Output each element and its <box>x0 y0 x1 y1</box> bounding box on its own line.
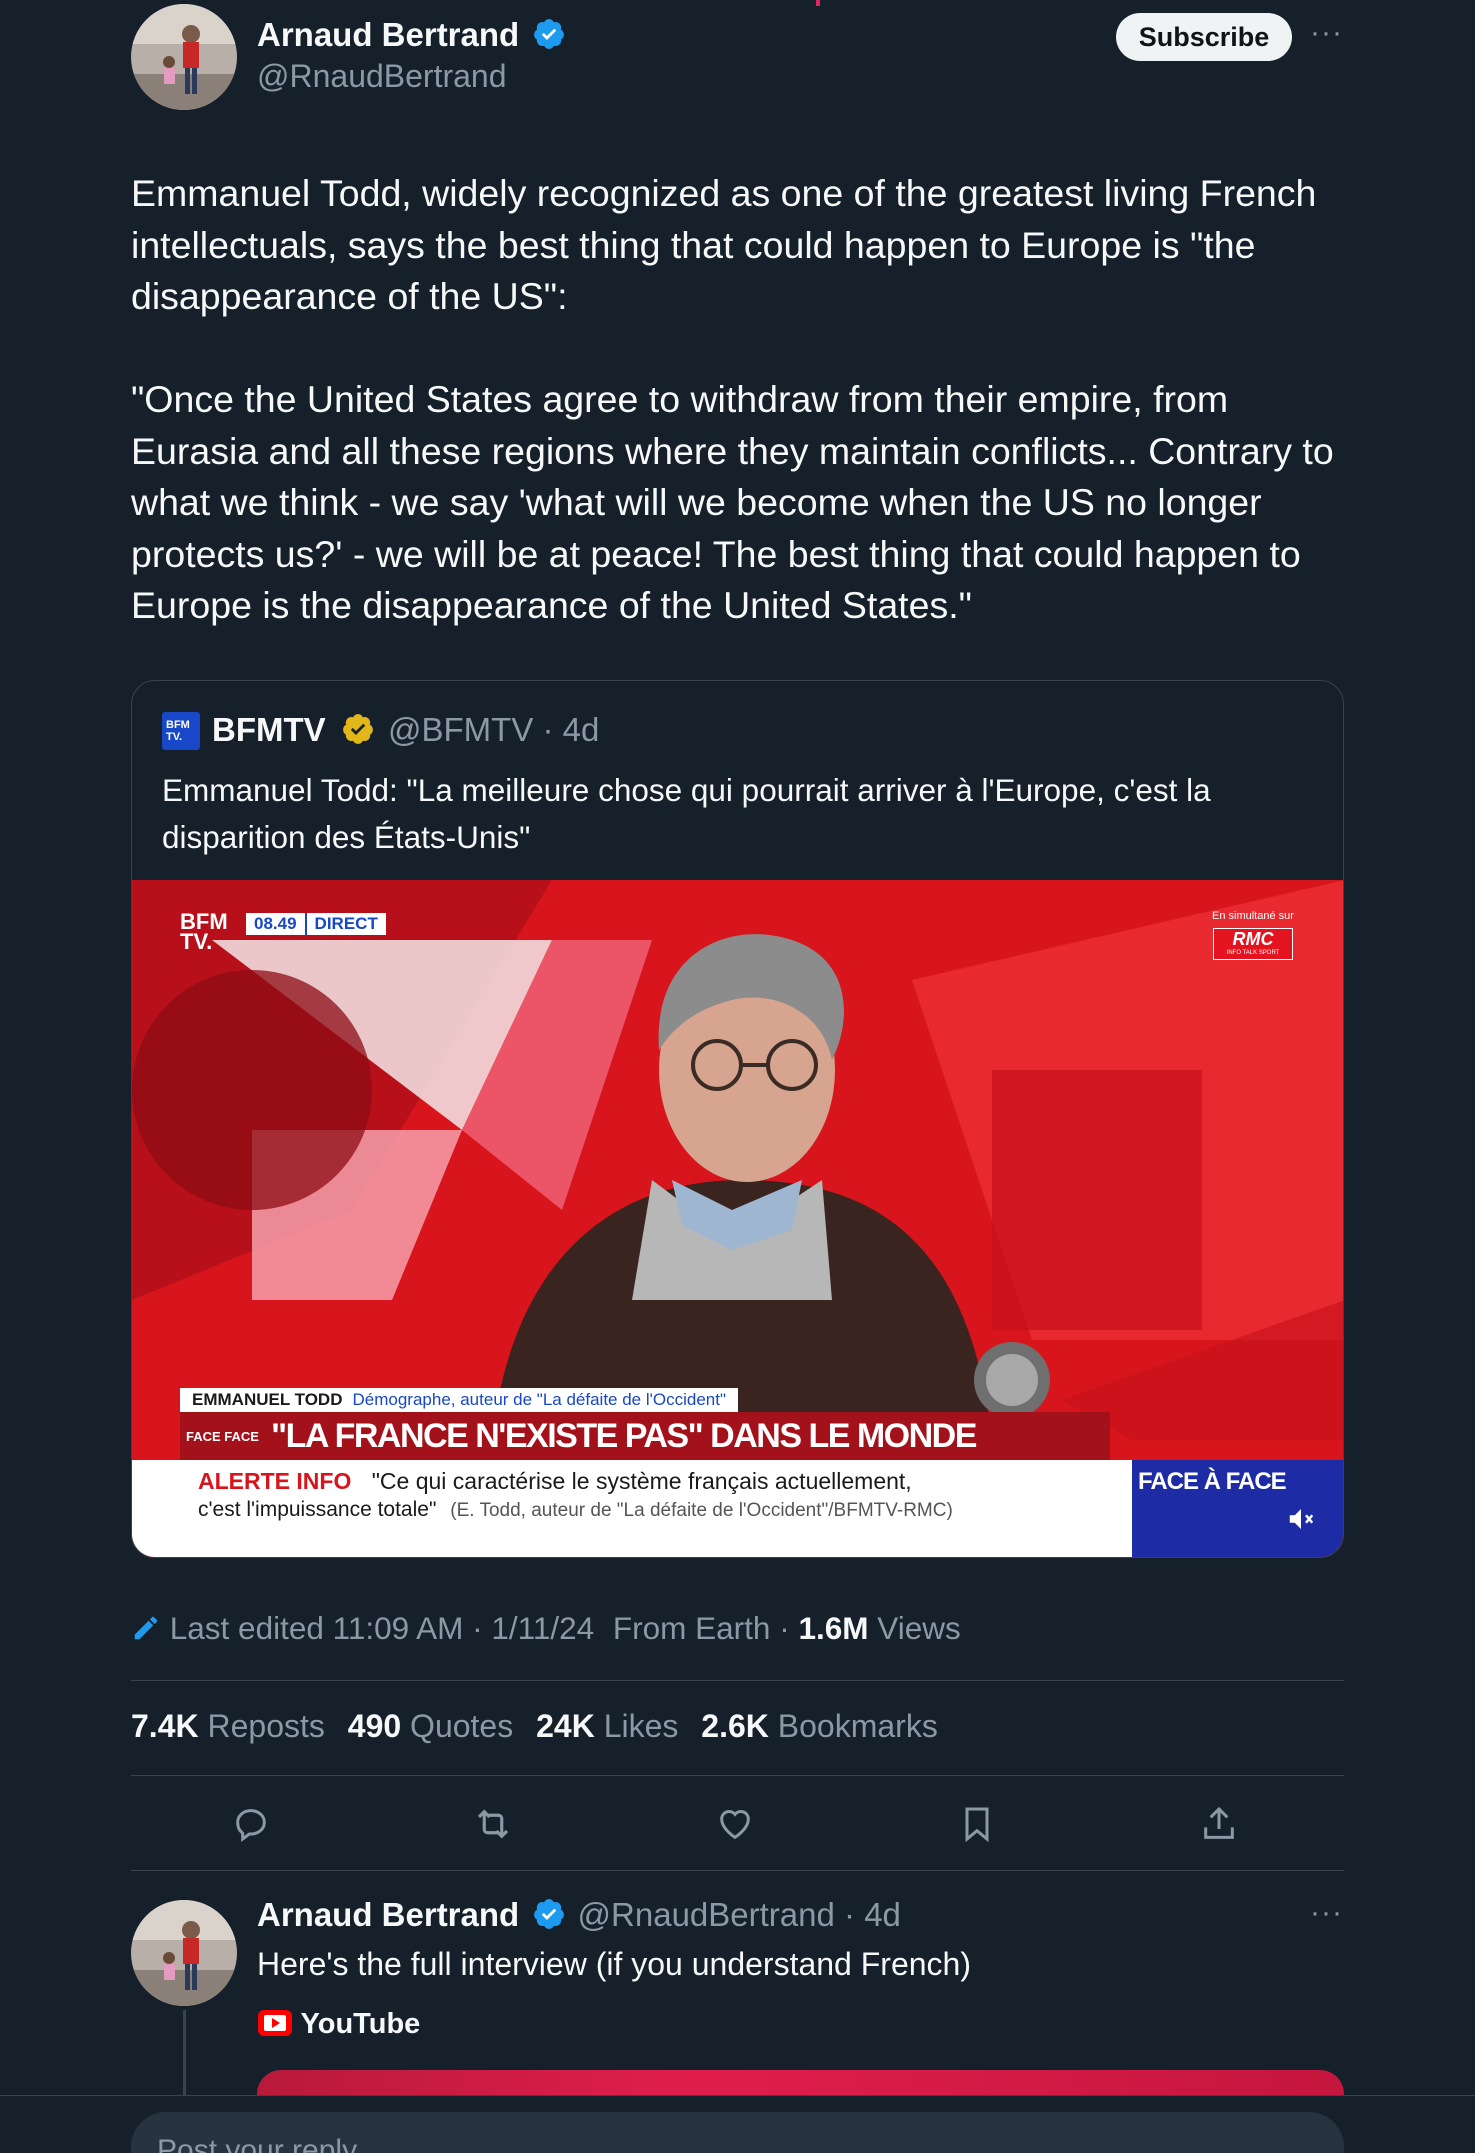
reply-text: Here's the full interview (if you unders… <box>257 1946 971 1982</box>
author-name[interactable]: Arnaud Bertrand <box>257 16 566 54</box>
bookmarks-label: Bookmarks <box>777 1708 938 1744</box>
reply-author-handle[interactable]: @RnaudBertrand <box>578 1896 835 1933</box>
verified-badge-icon <box>534 19 565 50</box>
gold-verified-badge-icon <box>342 714 373 745</box>
author-avatar[interactable] <box>131 4 237 110</box>
edit-pencil-icon <box>134 1616 158 1639</box>
bookmarks-stat[interactable]: 2.6K Bookmarks <box>701 1708 938 1744</box>
simulcast-label: En simultané sur <box>1212 910 1294 922</box>
repost-button[interactable] <box>469 1800 517 1848</box>
reply-icon <box>236 1809 266 1842</box>
quoted-tweet[interactable]: BFM TV. BFMTV @BFMTV · 4d Emmanuel Todd:… <box>131 680 1344 1558</box>
headline-bar: FACE FACE "LA FRANCE N'EXISTE PAS" DANS … <box>180 1412 1110 1460</box>
bookmarks-count: 2.6K <box>701 1708 769 1744</box>
alert-line-2: c'est l'impuissance totale" (E. Todd, au… <box>198 1498 953 1522</box>
tweet-body: Emmanuel Todd, widely recognized as one … <box>131 172 1334 626</box>
verified-badge-icon <box>534 1899 565 1930</box>
reply-input[interactable]: Post your reply <box>131 2112 1344 2153</box>
clock-label: 08.49 <box>246 913 307 935</box>
bookmark-button[interactable] <box>953 1800 1001 1848</box>
reposts-stat[interactable]: 7.4K Reposts <box>131 1708 325 1744</box>
subscribe-button[interactable]: Subscribe <box>1116 13 1292 61</box>
views-label: Views <box>877 1610 961 1646</box>
show-tag: FACE FACE <box>186 1428 259 1444</box>
status-bar-indicator <box>816 0 820 6</box>
reply-more-options-icon[interactable]: ··· <box>1310 1896 1343 1930</box>
youtube-label: YouTube <box>300 2008 421 2040</box>
youtube-icon <box>258 2009 292 2036</box>
alert-line-1: ALERTE INFO "Ce qui caractérise le systè… <box>198 1468 912 1495</box>
youtube-link-source[interactable]: YouTube <box>257 2008 420 2041</box>
rmc-tagline: INFO TALK SPORT <box>1226 950 1280 956</box>
guest-title: Démographe, auteur de "La défaite de l'O… <box>352 1390 727 1409</box>
reply-header: Arnaud Bertrand @RnaudBertrand · 4d <box>257 1896 901 1934</box>
author-name-text[interactable]: Arnaud Bertrand <box>257 16 519 53</box>
quotes-count: 490 <box>347 1708 402 1744</box>
quoted-time[interactable]: · 4d <box>543 711 600 748</box>
divider <box>131 1775 1344 1776</box>
like-button[interactable] <box>711 1800 759 1848</box>
quotes-stat[interactable]: 490 Quotes <box>348 1708 513 1744</box>
live-banner: 08.49 DIRECT <box>246 913 386 935</box>
bfmtv-logo: BFM TV. <box>162 712 200 750</box>
reply-author-name[interactable]: Arnaud Bertrand <box>257 1896 519 1933</box>
reply-time[interactable]: · 4d <box>844 1896 901 1933</box>
quoted-header: BFMTV @BFMTV · 4d <box>212 711 599 749</box>
repost-icon <box>477 1809 509 1839</box>
alert-ticker: ALERTE INFO "Ce qui caractérise le systè… <box>132 1460 1132 1557</box>
likes-count: 24K <box>536 1708 595 1744</box>
location-label: From Earth <box>612 1610 771 1646</box>
alert-source: (E. Todd, auteur de "La défaite de l'Occ… <box>450 1500 953 1521</box>
divider <box>131 1680 1344 1681</box>
heart-icon <box>720 1810 750 1840</box>
reposts-count: 7.4K <box>131 1708 199 1744</box>
reply-author-avatar[interactable] <box>131 1900 237 2006</box>
guest-name: EMMANUEL TODD <box>192 1390 343 1409</box>
thread-line <box>183 2010 186 2100</box>
alert-label: ALERTE INFO <box>198 1468 352 1494</box>
engagement-stats: 7.4K Reposts 490 Quotes 24K Likes 2.6K B… <box>131 1708 938 1745</box>
quoted-author-handle[interactable]: @BFMTV <box>388 711 533 748</box>
share-button[interactable] <box>1195 1800 1243 1848</box>
reposts-label: Reposts <box>207 1708 325 1744</box>
more-options-icon[interactable]: ··· <box>1310 16 1343 50</box>
tweet-meta: Last edited 11:09 AM · 1/11/24 From Eart… <box>131 1610 961 1647</box>
divider <box>131 1870 1344 1871</box>
edited-timestamp[interactable]: Last edited 11:09 AM · 1/11/24 <box>170 1610 594 1646</box>
likes-label: Likes <box>603 1708 679 1744</box>
show-name: FACE À FACE <box>1138 1468 1287 1495</box>
mute-icon[interactable] <box>1284 1504 1318 1534</box>
channel-logo: BFM TV. <box>180 909 228 954</box>
share-icon <box>1204 1806 1234 1839</box>
reply-button[interactable] <box>227 1800 275 1848</box>
guest-lower-third: EMMANUEL TODD Démographe, auteur de "La … <box>180 1388 738 1412</box>
quoted-author-name[interactable]: BFMTV <box>212 711 326 748</box>
alert-quote-2: c'est l'impuissance totale" <box>198 1498 437 1521</box>
quotes-label: Quotes <box>410 1708 514 1744</box>
views-count: 1.6M <box>798 1610 869 1646</box>
quoted-text: Emmanuel Todd: "La meilleure chose qui p… <box>162 772 1211 855</box>
alert-quote-1: "Ce qui caractérise le système français … <box>371 1468 912 1494</box>
rmc-logo: RMC INFO TALK SPORT <box>1213 928 1293 960</box>
bfmtv-logo-text: BFM TV. <box>166 719 190 743</box>
live-label: DIRECT <box>314 914 378 933</box>
author-handle[interactable]: @RnaudBertrand <box>257 58 507 95</box>
rmc-logo-text: RMC <box>1232 929 1274 949</box>
headline-text: "LA FRANCE N'EXISTE PAS" DANS LE MONDE <box>270 1416 977 1455</box>
likes-stat[interactable]: 24K Likes <box>536 1708 678 1744</box>
video-player[interactable]: BFM TV. 08.49 DIRECT En simultané sur RM… <box>132 880 1343 1557</box>
bookmark-icon <box>965 1807 989 1843</box>
show-name-panel: FACE À FACE <box>1132 1460 1343 1557</box>
